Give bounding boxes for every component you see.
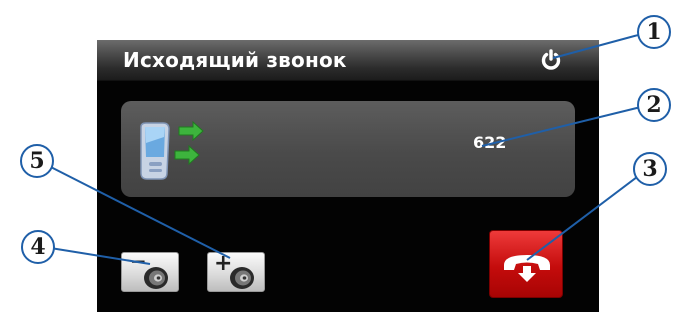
title-bar: Исходящий звонок	[97, 40, 599, 81]
minus-sign: −	[130, 253, 147, 273]
navigator-screen: Исходящий звонок 622 − +	[97, 40, 599, 312]
hang-up-button[interactable]	[489, 230, 563, 298]
callout-1: 1	[637, 15, 671, 49]
callout-2: 2	[637, 88, 671, 122]
callout-4: 4	[21, 230, 55, 264]
callout-3: 3	[633, 152, 667, 186]
speaker-icon	[144, 267, 168, 289]
plus-sign: +	[214, 253, 232, 276]
screen-title: Исходящий звонок	[123, 48, 347, 72]
speaker-icon	[230, 267, 254, 289]
power-icon[interactable]	[540, 49, 562, 71]
hang-up-icon	[504, 255, 550, 282]
dialed-number: 622	[473, 133, 507, 152]
volume-up-button[interactable]: +	[207, 252, 265, 292]
callout-5: 5	[20, 144, 54, 178]
volume-down-button[interactable]: −	[121, 252, 179, 292]
phone-call-icon	[137, 115, 217, 183]
call-info-panel: 622	[121, 101, 575, 197]
